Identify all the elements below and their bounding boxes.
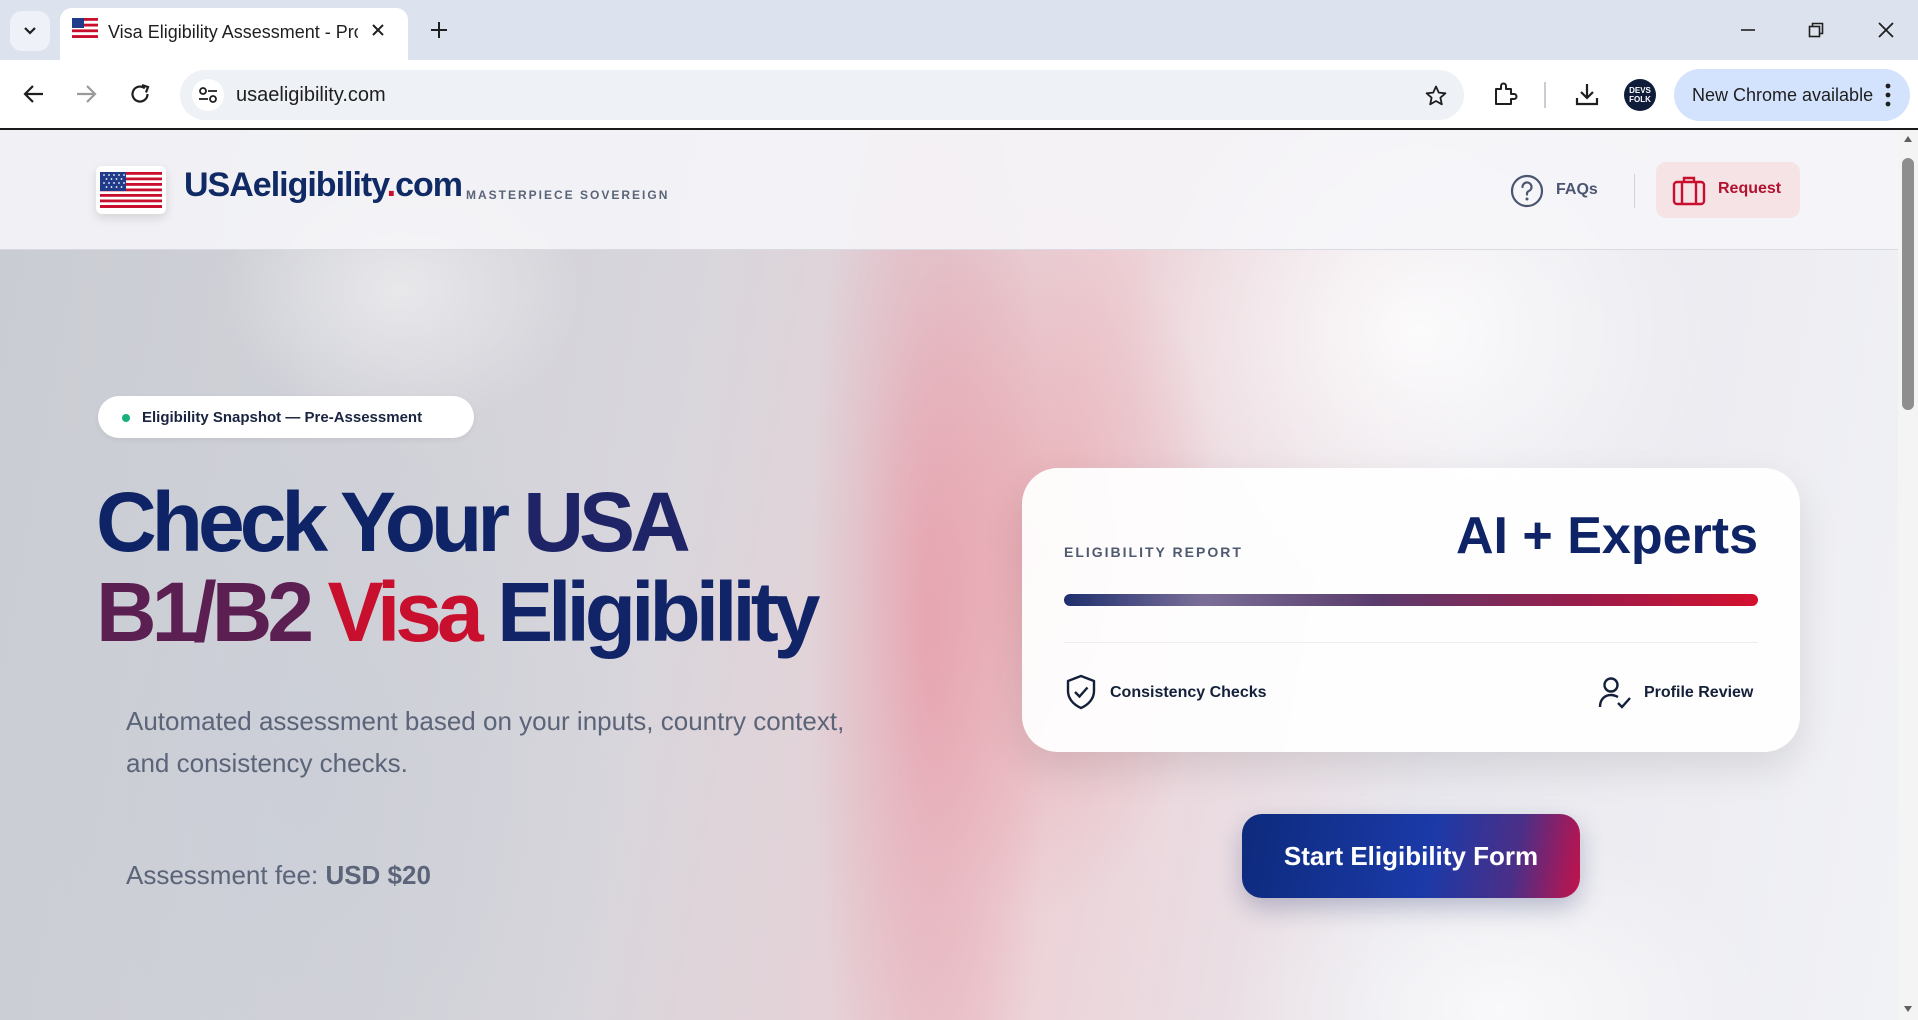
eligibility-snapshot-badge: Eligibility Snapshot — Pre-Assessment bbox=[98, 396, 474, 438]
browser-tab-active[interactable]: Visa Eligibility Assessment - Pro bbox=[60, 8, 408, 60]
headline-b1b2: B1/B2 bbox=[96, 565, 314, 659]
headline-eligibility: Eligibility bbox=[497, 565, 820, 659]
scrollbar-thumb[interactable] bbox=[1902, 158, 1914, 410]
tab-close-button[interactable] bbox=[366, 18, 390, 42]
brand-tagline: MASTERPIECE SOVEREIGN bbox=[466, 188, 670, 202]
faq-link[interactable]: FAQs bbox=[1510, 172, 1600, 210]
site-info-icon bbox=[199, 87, 217, 103]
restore-button[interactable] bbox=[1796, 10, 1836, 50]
address-bar[interactable]: usaeligibility.com bbox=[180, 70, 1464, 120]
extensions-icon bbox=[1495, 82, 1518, 105]
plus-icon bbox=[431, 22, 447, 38]
chevron-down-icon bbox=[24, 27, 36, 35]
reload-button[interactable] bbox=[122, 76, 158, 112]
profile-review-label: Profile Review bbox=[1644, 684, 1754, 701]
brand-name[interactable]: USAeligibility.com bbox=[184, 166, 463, 205]
status-dot bbox=[122, 414, 130, 422]
eligibility-report-card: ELIGIBILITY REPORT AI + Experts Consiste… bbox=[1022, 468, 1800, 752]
hero-headline-line-1: Check Your USA bbox=[96, 474, 691, 570]
briefcase-icon bbox=[1672, 176, 1706, 206]
shield-check-icon bbox=[1066, 674, 1096, 710]
chrome-update-label: New Chrome available bbox=[1692, 85, 1874, 105]
page-scrollbar[interactable] bbox=[1898, 130, 1918, 1020]
chrome-update-button[interactable]: New Chrome available bbox=[1674, 69, 1910, 121]
browser-tab-strip: Visa Eligibility Assessment - Pro bbox=[0, 0, 1918, 60]
report-gradient-bar bbox=[1064, 594, 1758, 606]
window-close-button[interactable] bbox=[1866, 10, 1906, 50]
fee-amount: USD $20 bbox=[325, 860, 431, 890]
download-icon bbox=[1575, 84, 1599, 106]
tab-search-button[interactable] bbox=[10, 11, 50, 51]
scroll-up-arrow-icon[interactable] bbox=[1903, 134, 1913, 144]
tab-title: Visa Eligibility Assessment - Pro bbox=[108, 22, 358, 42]
card-divider bbox=[1064, 642, 1758, 643]
site-header: USAeligibility.com MASTERPIECE SOVEREIGN… bbox=[0, 130, 1898, 250]
minimize-icon bbox=[1741, 29, 1755, 31]
headline-visa: Visa bbox=[327, 565, 483, 659]
brand-dot: . bbox=[386, 166, 397, 204]
back-button[interactable] bbox=[16, 76, 52, 112]
assessment-fee: Assessment fee: USD $20 bbox=[126, 860, 431, 891]
logo-link[interactable] bbox=[96, 166, 166, 214]
request-button[interactable]: Request bbox=[1656, 162, 1800, 218]
consistency-checks-label: Consistency Checks bbox=[1110, 684, 1267, 701]
new-tab-button[interactable] bbox=[424, 13, 454, 47]
page-viewport: USAeligibility.com MASTERPIECE SOVEREIGN… bbox=[0, 130, 1918, 1020]
restore-icon bbox=[1808, 22, 1824, 38]
forward-button[interactable] bbox=[68, 76, 104, 112]
us-flag-icon bbox=[72, 18, 98, 38]
minimize-button[interactable] bbox=[1728, 10, 1768, 50]
faq-label: FAQs bbox=[1556, 181, 1598, 198]
scroll-down-arrow-icon[interactable] bbox=[1903, 1004, 1913, 1014]
extensions-button[interactable] bbox=[1488, 77, 1522, 111]
url-text[interactable]: usaeligibility.com bbox=[236, 84, 386, 107]
downloads-button[interactable] bbox=[1570, 77, 1604, 111]
site-info-button[interactable] bbox=[192, 79, 224, 111]
brand-name-text: USAeligibility bbox=[184, 166, 388, 204]
header-divider bbox=[1634, 174, 1635, 208]
bookmark-button[interactable] bbox=[1422, 82, 1450, 110]
report-card-headline: AI + Experts bbox=[1455, 507, 1758, 565]
back-icon bbox=[23, 85, 43, 103]
user-check-icon bbox=[1598, 677, 1631, 709]
cta-label: Start Eligibility Form bbox=[1283, 841, 1539, 871]
fee-label: Assessment fee: bbox=[126, 860, 319, 890]
star-icon bbox=[1425, 85, 1447, 106]
browser-toolbar: usaeligibility.com DEVS FOLK New Chrome … bbox=[0, 60, 1918, 130]
toolbar-separator bbox=[1544, 82, 1546, 108]
brand-tld: com bbox=[395, 166, 463, 204]
forward-icon bbox=[77, 85, 97, 103]
start-eligibility-form-button[interactable]: Start Eligibility Form bbox=[1242, 814, 1580, 898]
us-flag-logo-icon bbox=[100, 172, 162, 208]
headline-check-your: Check Your bbox=[96, 475, 510, 569]
hero-subtext: Automated assessment based on your input… bbox=[126, 706, 845, 778]
more-vert-icon bbox=[1885, 83, 1891, 107]
reload-icon bbox=[131, 83, 150, 103]
window-close-icon bbox=[1878, 22, 1894, 38]
profile-avatar[interactable]: DEVS FOLK bbox=[1624, 79, 1656, 111]
profile-review-item: Profile Review bbox=[1598, 672, 1768, 712]
help-circle-icon bbox=[1510, 174, 1544, 208]
request-label: Request bbox=[1718, 180, 1782, 197]
badge-label: Eligibility Snapshot — Pre-Assessment bbox=[142, 409, 423, 426]
headline-usa: USA bbox=[523, 475, 690, 569]
report-card-label: ELIGIBILITY REPORT bbox=[1064, 544, 1243, 560]
close-icon bbox=[372, 24, 384, 36]
hero-headline-line-2: B1/B2 Visa Eligibility bbox=[96, 564, 820, 660]
consistency-checks-item: Consistency Checks bbox=[1064, 672, 1304, 712]
